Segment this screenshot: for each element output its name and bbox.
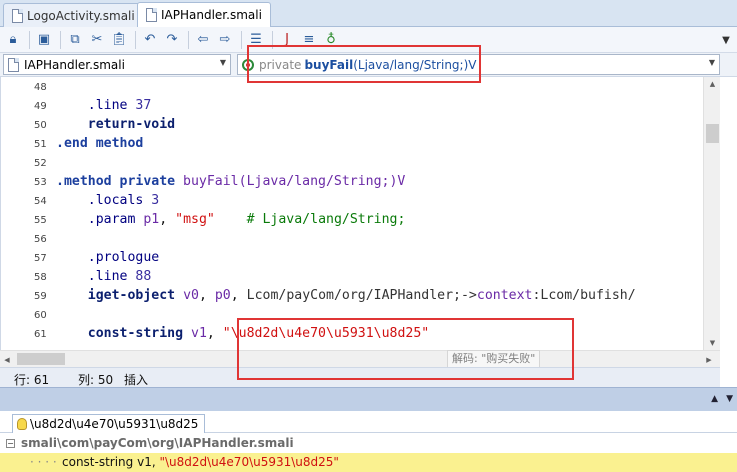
line-number: 58 [34, 272, 47, 283]
tree-connector: · · · · [30, 455, 57, 469]
highlight-box-method [247, 45, 481, 83]
back-icon[interactable]: ⇦ [193, 30, 213, 50]
line-number: 54 [34, 196, 47, 207]
class-selector[interactable]: IAPHandler.smali ▼ [3, 54, 231, 75]
line-number: 48 [34, 82, 47, 93]
code-line[interactable]: 58 .line 88 [1, 267, 720, 286]
toolbar-separator [29, 30, 30, 49]
toolbar-separator [241, 30, 242, 49]
panel-splitter[interactable]: ▲ ▼ [0, 387, 737, 411]
code-text: .line 37 [87, 98, 152, 113]
code-line[interactable]: 52 [1, 153, 720, 172]
toolbar-separator [60, 30, 61, 49]
code-editor[interactable]: 48 49 .line 37 50 return-void 51 .end method… [0, 77, 720, 350]
search-results-tabs: \u8d2d\u4e70\u5931\u8d25 [0, 411, 737, 433]
line-number: 49 [34, 101, 47, 112]
highlight-box-string [237, 318, 574, 380]
redo-icon[interactable]: ↷ [162, 30, 182, 50]
code-text: .end method [56, 136, 144, 151]
paste-icon[interactable]: 📋︎ [109, 30, 129, 50]
save-icon[interactable]: ▣ [34, 30, 54, 50]
line-number: 52 [34, 158, 47, 169]
line-number: 55 [34, 215, 47, 226]
scroll-right-icon[interactable]: ▶ [702, 351, 716, 368]
file-icon [146, 8, 157, 22]
scroll-thumb[interactable] [706, 124, 719, 143]
code-text: .locals 3 [87, 193, 160, 208]
scroll-thumb[interactable] [17, 353, 65, 365]
line-number: 60 [34, 310, 47, 321]
scroll-left-icon[interactable]: ◀ [0, 351, 14, 368]
forward-icon[interactable]: ⇨ [215, 30, 235, 50]
tab-logoactivity[interactable]: LogoActivity.smali [3, 3, 144, 27]
class-selector-value: IAPHandler.smali [24, 57, 125, 72]
status-row: 行: 61 [14, 373, 50, 387]
status-column: 列: 50 [78, 373, 114, 387]
result-code: const-string v1, [62, 455, 160, 469]
search-query: \u8d2d\u4e70\u5931\u8d25 [30, 417, 199, 431]
line-number: 59 [34, 291, 47, 302]
line-number: 56 [34, 234, 47, 245]
tab-label: IAPHandler.smali [161, 8, 262, 22]
result-file-path: smali\com\payCom\org\IAPHandler.smali [21, 436, 294, 450]
cut-icon[interactable]: ✂ [87, 30, 107, 50]
chevron-down-icon: ▼ [219, 58, 226, 67]
line-number: 53 [34, 177, 47, 188]
code-line[interactable]: 51 .end method [1, 134, 720, 153]
code-text: iget-object v0, p0, Lcom/payCom/org/IAPH… [87, 288, 636, 303]
result-file-node[interactable]: − smali\com\payCom\org\IAPHandler.smali [6, 436, 294, 450]
code-line[interactable]: 54 .locals 3 [1, 191, 720, 210]
scroll-down-icon[interactable]: ▼ [704, 336, 721, 350]
collapse-icon[interactable]: − [6, 438, 15, 448]
line-number: 57 [34, 253, 47, 264]
code-line[interactable]: 59 iget-object v0, p0, Lcom/payCom/org/I… [1, 286, 720, 305]
chevron-down-icon[interactable]: ▼ [719, 31, 733, 49]
code-text: .method private buyFail(Ljava/lang/Strin… [56, 174, 406, 189]
line-number: 51 [34, 139, 47, 150]
lock-icon[interactable]: 🔒︎ [3, 30, 23, 50]
lightbulb-icon [17, 418, 27, 430]
undo-icon[interactable]: ↶ [140, 30, 160, 50]
vertical-scrollbar[interactable]: ▲ ▼ [703, 77, 720, 350]
chevron-down-icon: ▼ [708, 58, 715, 67]
search-results: − smali\com\payCom\org\IAPHandler.smali … [0, 433, 737, 472]
code-line[interactable]: 56 [1, 229, 720, 248]
toolbar-separator [135, 30, 136, 49]
code-line[interactable]: 50 return-void [1, 115, 720, 134]
result-line[interactable]: · · · · const-string v1, "\u8d2d\u4e70\u… [0, 453, 737, 472]
result-string: "\u8d2d\u4e70\u5931\u8d25" [159, 455, 339, 469]
code-text: return-void [87, 117, 176, 132]
tab-label: LogoActivity.smali [27, 8, 135, 23]
code-line[interactable]: 53 .method private buyFail(Ljava/lang/Str… [1, 172, 720, 191]
status-mode: 插入 [124, 373, 149, 387]
tab-search-result[interactable]: \u8d2d\u4e70\u5931\u8d25 [12, 414, 206, 433]
code-line[interactable]: 49 .line 37 [1, 96, 720, 115]
code-line[interactable]: 57 .prologue [1, 248, 720, 267]
line-number: 61 [34, 329, 47, 340]
scroll-up-icon[interactable]: ▲ [704, 77, 721, 91]
toolbar-separator [188, 30, 189, 49]
collapse-down-icon[interactable]: ▼ [726, 394, 733, 404]
code-line[interactable]: 55 .param p1, "msg" # Ljava/lang/String; [1, 210, 720, 229]
file-icon [12, 8, 23, 23]
collapse-up-icon[interactable]: ▲ [711, 394, 718, 404]
tab-iaphandler[interactable]: IAPHandler.smali [137, 2, 271, 27]
code-text: .prologue [87, 250, 160, 265]
file-tab-bar: LogoActivity.smali IAPHandler.smali [0, 0, 737, 27]
line-number: 50 [34, 120, 47, 131]
copy-icon[interactable]: ⧉ [65, 30, 85, 50]
code-text: .line 88 [87, 269, 152, 284]
code-text: .param p1, "msg" # Ljava/lang/String; [87, 212, 406, 227]
file-icon [8, 57, 19, 72]
